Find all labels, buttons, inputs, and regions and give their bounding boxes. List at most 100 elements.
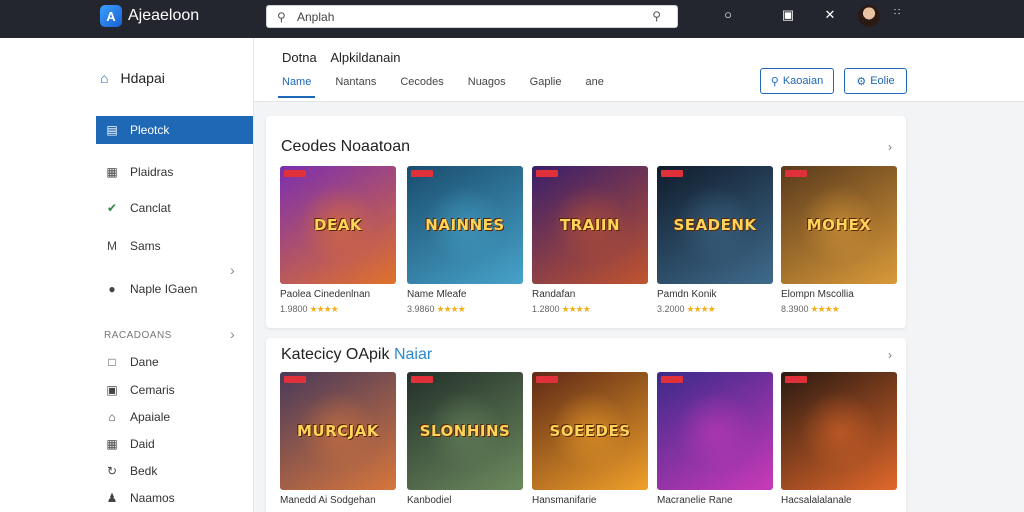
- badge-tag: [536, 170, 558, 177]
- sidebar-item-label: Naple IGaen: [130, 282, 198, 296]
- avatar[interactable]: [858, 5, 880, 27]
- section-title-accent: Naiar: [393, 346, 433, 363]
- game-meta: 1.2800 ★★★★: [532, 304, 648, 315]
- refresh-icon: ↻: [106, 464, 118, 478]
- grid-icon[interactable]: ∷: [887, 7, 907, 18]
- game-meta: 3.9860 ★★★★: [407, 304, 523, 315]
- tab-cecodes[interactable]: Cecodes: [396, 76, 447, 98]
- sidebar-header[interactable]: ⌂ Hdapai: [100, 70, 165, 86]
- game-logo-text: SLONHINS: [419, 422, 511, 440]
- sidebar-item-label: Pleotck: [130, 123, 170, 137]
- game-thumbnail[interactable]: SOEEDES: [532, 372, 648, 490]
- sidebar-item-label: Naamos: [130, 491, 175, 505]
- cart-icon[interactable]: ▣: [778, 7, 798, 23]
- search-bar[interactable]: ⚲ ⚲: [266, 5, 678, 28]
- check-circle-icon: ✔: [106, 201, 118, 215]
- game-title[interactable]: Kanbodiel: [407, 495, 523, 506]
- game-title[interactable]: Name Mleafe: [407, 289, 523, 300]
- game-title[interactable]: Hansmanifarie: [532, 495, 648, 506]
- game-logo-text: NAINNES: [425, 216, 505, 234]
- tab-ane[interactable]: ane: [581, 76, 607, 98]
- sidebar-item-label: Bedk: [130, 464, 158, 478]
- sidebar-item-dane[interactable]: □ Dane: [96, 348, 253, 376]
- doc-icon: □: [108, 355, 116, 369]
- game-card[interactable]: SOEEDES Hansmanifarie: [532, 372, 648, 506]
- games-section-featured: Ceodes Noaatoan › DEAK Paolea Cinedenlnan…: [266, 116, 906, 328]
- game-thumbnail[interactable]: MOHEX: [781, 166, 897, 284]
- badge-tag: [785, 170, 807, 177]
- sidebar-item-daid[interactable]: ▦ Daid: [96, 430, 253, 458]
- page-title-suffix: Alpkildanain: [330, 50, 401, 65]
- game-card[interactable]: TRAIIN Randafan 1.2800 ★★★★: [532, 166, 648, 315]
- game-card[interactable]: NAINNES Name Mleafe 3.9860 ★★★★: [407, 166, 523, 315]
- game-thumbnail[interactable]: NAINNES: [407, 166, 523, 284]
- tools-icon[interactable]: ✕: [820, 7, 840, 23]
- sidebar-item-label: Daid: [130, 437, 155, 451]
- search-input[interactable]: [297, 9, 627, 24]
- chevron-right-icon[interactable]: ›: [888, 140, 892, 154]
- game-card[interactable]: Hacsalalalanale: [781, 372, 897, 506]
- game-logo-text: MOHEX: [806, 216, 872, 234]
- game-title[interactable]: Hacsalalalanale: [781, 495, 897, 506]
- badge-tag: [284, 170, 306, 177]
- sidebar-item-pleotck[interactable]: ▤ Pleotck: [96, 116, 253, 144]
- game-thumbnail[interactable]: DEAK: [280, 166, 396, 284]
- chevron-right-icon[interactable]: ›: [888, 348, 892, 362]
- game-title[interactable]: Randafan: [532, 289, 648, 300]
- game-title[interactable]: Macranelie Rane: [657, 495, 773, 506]
- game-title[interactable]: Pamdn Konik: [657, 289, 773, 300]
- game-thumbnail[interactable]: SEADENK: [657, 166, 773, 284]
- badge-tag: [661, 376, 683, 383]
- sidebar-item-label: Apaiale: [130, 410, 171, 424]
- sidebar-item-naple-igaen[interactable]: ● Naple IGaen: [96, 275, 253, 303]
- chevron-right-icon[interactable]: ›: [230, 326, 235, 342]
- app-logo[interactable]: A Ajeaeloon: [100, 5, 199, 27]
- window-icon: ▣: [106, 383, 118, 397]
- home-icon: ⌂: [108, 410, 116, 424]
- mail-icon: M: [107, 239, 117, 253]
- game-thumbnail[interactable]: [657, 372, 773, 490]
- sidebar-item-bedk[interactable]: ↻ Bedk: [96, 457, 253, 485]
- game-card[interactable]: SLONHINS Kanbodiel: [407, 372, 523, 506]
- sidebar-item-canclat[interactable]: ✔ Canclat: [96, 194, 253, 222]
- sidebar-item-sams[interactable]: M Sams: [96, 232, 253, 260]
- search-icon: ⚲: [277, 9, 286, 24]
- game-title[interactable]: Elompn Mscollia: [781, 289, 897, 300]
- game-thumbnail[interactable]: [781, 372, 897, 490]
- filter-button-label: Eolie: [870, 75, 895, 87]
- game-card[interactable]: MURCJAK Manedd Ai Sodgehan: [280, 372, 396, 506]
- filter-button[interactable]: ⚙ Eolie: [844, 68, 907, 94]
- tab-nuagos[interactable]: Nuagos: [464, 76, 510, 98]
- search-submit-icon[interactable]: ⚲: [652, 9, 661, 23]
- tab-nantans[interactable]: Nantans: [331, 76, 380, 98]
- game-card[interactable]: MOHEX Elompn Mscollia 8.3900 ★★★★: [781, 166, 897, 315]
- search-button[interactable]: ⚲ Kaoaian: [760, 68, 834, 94]
- game-thumbnail[interactable]: TRAIIN: [532, 166, 648, 284]
- rating-stars-icon: ★★★★: [309, 304, 339, 314]
- game-logo-text: SEADENK: [673, 216, 757, 234]
- sidebar-item-plaidras[interactable]: ▦ Plaidras: [96, 158, 253, 186]
- game-thumbnail[interactable]: MURCJAK: [280, 372, 396, 490]
- sidebar-item-naamos[interactable]: ♟ Naamos: [96, 484, 253, 512]
- page-title-prefix: Dotna: [282, 50, 317, 65]
- tab-bar: Name Nantans Cecodes Nuagos Gaplie ane: [278, 76, 624, 98]
- app-logo-icon: A: [100, 5, 122, 27]
- sidebar-item-label: Plaidras: [130, 165, 174, 179]
- game-thumbnail[interactable]: SLONHINS: [407, 372, 523, 490]
- help-icon[interactable]: ○: [718, 7, 738, 22]
- game-title[interactable]: Paolea Cinedenlnan: [280, 289, 396, 300]
- game-downloads: 1.2800: [532, 304, 560, 314]
- tab-gaplie[interactable]: Gaplie: [526, 76, 566, 98]
- game-card[interactable]: DEAK Paolea Cinedenlnan 1.9800 ★★★★: [280, 166, 396, 315]
- page-title: Dotna Alpkildanain: [282, 50, 400, 65]
- thumbnail-art: [799, 391, 879, 471]
- sidebar-item-label: Cemaris: [130, 383, 175, 397]
- sidebar-item-cemaris[interactable]: ▣ Cemaris: [96, 376, 253, 404]
- game-card[interactable]: SEADENK Pamdn Konik 3.2000 ★★★★: [657, 166, 773, 315]
- home-icon: ⌂: [100, 70, 109, 86]
- game-card[interactable]: Macranelie Rane: [657, 372, 773, 506]
- game-title[interactable]: Manedd Ai Sodgehan: [280, 495, 396, 506]
- sidebar-item-apaiale[interactable]: ⌂ Apaiale: [96, 403, 253, 431]
- sidebar-item-label: Sams: [130, 239, 161, 253]
- tab-name[interactable]: Name: [278, 76, 316, 98]
